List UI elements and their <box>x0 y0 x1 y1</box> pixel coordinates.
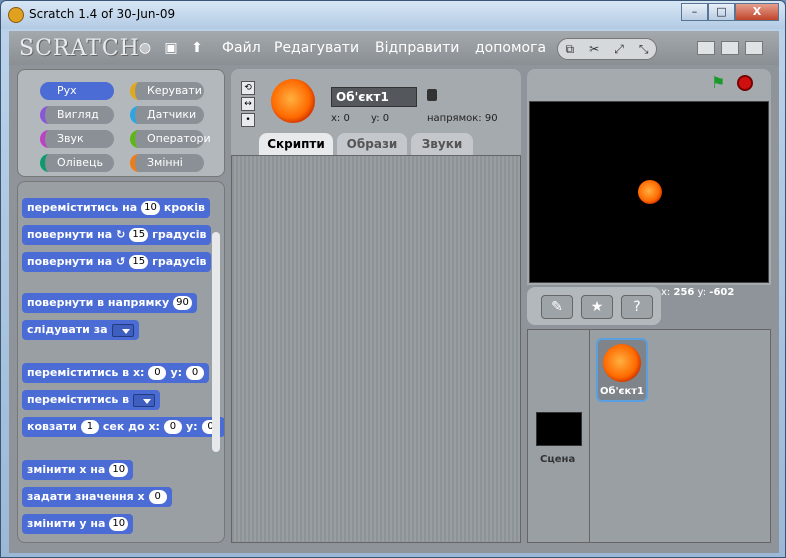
turn-ccw-input[interactable]: 15 <box>129 255 149 269</box>
glide-seconds-input[interactable]: 1 <box>80 420 99 434</box>
sprite-name-field[interactable]: Об'єкт1 <box>331 87 417 107</box>
close-button[interactable]: X <box>735 3 779 21</box>
category-pen[interactable]: Олівець <box>40 154 114 172</box>
scripts-area[interactable] <box>231 155 521 543</box>
flip-lr-icon[interactable]: ↔ <box>241 97 255 111</box>
globe-icon[interactable]: ◍ <box>137 40 153 56</box>
block-move[interactable]: переміститись на 10 кроків <box>22 198 211 218</box>
scratch-main: SCRATCH ◍ ▣ ⬆ Файл Редагувати Відправити… <box>9 31 779 553</box>
rotate-all-icon[interactable]: ⟲ <box>241 81 255 95</box>
stage-selector: Сцена <box>528 330 590 542</box>
stage-thumbnail[interactable] <box>536 412 582 446</box>
save-icon[interactable]: ▣ <box>163 40 179 56</box>
app-window: Scratch 1.4 of 30-Jun-09 – □ X SCRATCH ◍… <box>0 0 786 558</box>
sprite-tool-group: ⧉ ✂ ⤢ ⤡ <box>557 38 657 60</box>
follow-dropdown[interactable] <box>111 323 134 337</box>
block-turn-ccw[interactable]: повернути на ↺ 15 градусів <box>22 252 212 272</box>
change-y-input[interactable]: 10 <box>109 517 129 531</box>
menu-edit[interactable]: Редагувати <box>274 40 359 56</box>
sprite-thumbnail <box>271 79 315 123</box>
menu-file[interactable]: Файл <box>222 40 261 56</box>
choose-sprite-icon[interactable]: ★ <box>581 295 613 319</box>
paint-sprite-icon[interactable]: ✎ <box>541 295 573 319</box>
scratch-logo: SCRATCH <box>19 36 140 61</box>
stage-sprite[interactable] <box>638 180 662 204</box>
category-sensing[interactable]: Датчики <box>130 106 204 124</box>
block-point-direction[interactable]: повернути в напрямку 90 <box>22 293 197 313</box>
duplicate-icon[interactable]: ⧉ <box>566 42 575 57</box>
small-stage-icon[interactable] <box>697 41 715 55</box>
palette-scrollbar[interactable] <box>212 232 220 452</box>
menu-bar: SCRATCH ◍ ▣ ⬆ Файл Редагувати Відправити… <box>9 31 779 65</box>
block-goto[interactable]: переміститись в <box>22 390 161 410</box>
sprite-list: Сцена Об'єкт1 <box>527 329 771 543</box>
glide-x-input[interactable]: 0 <box>163 420 182 434</box>
sprite-direction-readout: напрямок: 90 <box>427 113 498 124</box>
goto-y-input[interactable]: 0 <box>186 366 205 380</box>
category-variables[interactable]: Змінні <box>130 154 204 172</box>
tab-sounds[interactable]: Звуки <box>411 133 473 155</box>
stage[interactable] <box>529 101 769 283</box>
turn-cw-input[interactable]: 15 <box>129 228 149 242</box>
change-x-input[interactable]: 10 <box>109 463 129 477</box>
random-sprite-icon[interactable]: ? <box>621 295 653 319</box>
new-sprite-tools: ✎ ★ ? <box>527 287 661 325</box>
block-set-x[interactable]: задати значення x 0 <box>22 487 172 507</box>
goto-x-input[interactable]: 0 <box>148 366 167 380</box>
rotate-ccw-icon: ↺ <box>116 255 126 268</box>
shrink-icon[interactable]: ⤡ <box>639 42 649 57</box>
sprite-card-label: Об'єкт1 <box>599 386 644 397</box>
window-title: Scratch 1.4 of 30-Jun-09 <box>29 7 176 21</box>
delete-icon[interactable]: ✂ <box>589 42 599 56</box>
minimize-button[interactable]: – <box>681 3 708 21</box>
move-steps-input[interactable]: 10 <box>141 201 160 215</box>
grow-icon[interactable]: ⤢ <box>614 42 624 57</box>
category-motion[interactable]: Рух <box>40 82 114 100</box>
stage-label: Сцена <box>540 454 576 465</box>
sprite-info-panel: ⟲ ↔ • Об'єкт1 x: 0 y: 0 напрямок: 90 Скр… <box>231 69 521 155</box>
lock-icon[interactable] <box>427 89 437 101</box>
normal-stage-icon[interactable] <box>721 41 739 55</box>
no-rotate-icon[interactable]: • <box>241 113 255 127</box>
sprite-card[interactable]: Об'єкт1 <box>596 338 648 402</box>
share-icon[interactable]: ⬆ <box>189 40 205 56</box>
menu-help[interactable]: допомога <box>475 40 546 56</box>
block-goto-xy[interactable]: переміститись в x: 0 y: 0 <box>22 363 210 383</box>
mouse-coordinates: x: 256 y: -602 <box>661 287 735 298</box>
tab-scripts[interactable]: Скрипти <box>259 133 333 155</box>
block-change-x[interactable]: змінити x на 10 <box>22 460 134 480</box>
block-glide[interactable]: ковзати 1 сек до x: 0 y: 0 <box>22 417 224 437</box>
title-bar[interactable]: Scratch 1.4 of 30-Jun-09 – □ X <box>1 1 785 29</box>
goto-dropdown[interactable] <box>133 393 156 407</box>
set-x-input[interactable]: 0 <box>148 490 167 504</box>
category-control[interactable]: Керувати <box>130 82 204 100</box>
category-looks[interactable]: Вигляд <box>40 106 114 124</box>
sprite-y-readout: y: 0 <box>371 113 390 124</box>
menu-share[interactable]: Відправити <box>375 40 459 56</box>
stop-icon[interactable] <box>737 75 753 91</box>
maximize-button[interactable]: □ <box>708 3 735 21</box>
block-change-y[interactable]: змінити y на 10 <box>22 514 134 534</box>
direction-dropdown[interactable]: 90 <box>173 296 192 310</box>
block-palette: переміститись на 10 кроків повернути на … <box>17 181 225 543</box>
category-sound[interactable]: Звук <box>40 130 114 148</box>
tab-costumes[interactable]: Образи <box>337 133 407 155</box>
block-follow[interactable]: слідувати за <box>22 320 139 340</box>
green-flag-icon[interactable]: ⚑ <box>711 75 729 91</box>
category-operators[interactable]: Оператори <box>130 130 211 148</box>
sprite-x-readout: x: 0 <box>331 113 350 124</box>
block-turn-cw[interactable]: повернути на ↻ 15 градусів <box>22 225 212 245</box>
stage-panel: ⚑ <box>527 69 771 285</box>
sprite-card-thumbnail <box>603 344 641 382</box>
category-panel: Рух Керувати Вигляд Датчики Звук Операто… <box>17 69 225 177</box>
presentation-icon[interactable] <box>745 41 763 55</box>
scratch-cat-icon <box>8 7 24 23</box>
rotate-cw-icon: ↻ <box>116 228 126 241</box>
